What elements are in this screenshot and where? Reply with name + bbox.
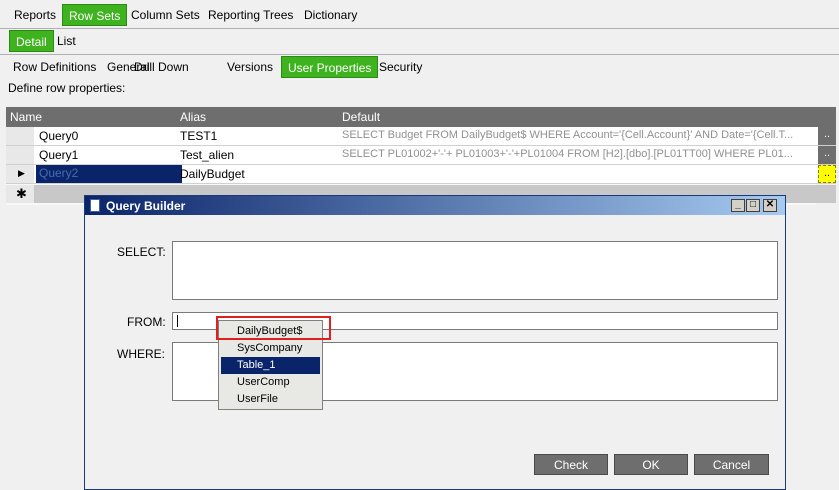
column-header-default[interactable]: Default xyxy=(342,110,380,124)
sub-tab-bar: Detail List xyxy=(0,30,839,54)
section-tab-bar: Row Definitions General Drill Down Versi… xyxy=(0,56,839,80)
dialog-title: Query Builder xyxy=(106,199,186,213)
tab-row-sets[interactable]: Row Sets xyxy=(62,4,128,26)
tab-column-sets[interactable]: Column Sets xyxy=(125,4,206,26)
list-item[interactable]: UserFile xyxy=(221,391,320,408)
row-selector[interactable] xyxy=(6,146,34,164)
ellipsis-button[interactable]: .. xyxy=(818,146,836,164)
row-name[interactable]: Query0 xyxy=(39,129,78,143)
select-input[interactable] xyxy=(172,241,778,300)
list-item[interactable]: UserComp xyxy=(221,374,320,391)
dialog-title-bar[interactable]: Query Builder _ □ ✕ xyxy=(85,196,785,215)
row-alias[interactable]: DailyBudget xyxy=(180,167,245,181)
divider xyxy=(0,54,839,55)
table-row-current[interactable]: ▶ Query2 DailyBudget .. xyxy=(6,165,836,184)
minimize-button[interactable]: _ xyxy=(731,199,745,212)
table-row[interactable]: Query1 Test_alien SELECT PL01002+'-'+ PL… xyxy=(6,146,836,165)
row-name[interactable]: Query1 xyxy=(39,148,78,162)
tab-user-properties[interactable]: User Properties xyxy=(281,56,379,78)
description-text: Define row properties: xyxy=(8,81,126,95)
tab-reporting-trees[interactable]: Reporting Trees xyxy=(202,4,299,26)
tab-drill-down[interactable]: Drill Down xyxy=(128,56,195,78)
list-item[interactable]: SysCompany xyxy=(221,340,320,357)
table-row[interactable]: Query0 TEST1 SELECT Budget FROM DailyBud… xyxy=(6,127,836,146)
new-row-icon: ✱ xyxy=(16,186,27,201)
tab-detail[interactable]: Detail xyxy=(9,30,54,52)
check-button[interactable]: Check xyxy=(534,454,608,475)
row-alias[interactable]: TEST1 xyxy=(180,129,217,143)
tab-dictionary[interactable]: Dictionary xyxy=(298,4,363,26)
document-icon xyxy=(90,199,100,212)
ellipsis-button-active[interactable]: .. xyxy=(818,165,836,183)
ok-button[interactable]: OK xyxy=(614,454,688,475)
select-label: SELECT: xyxy=(117,245,166,259)
list-item-selected[interactable]: Table_1 xyxy=(221,357,320,374)
tab-list[interactable]: List xyxy=(51,30,82,52)
close-button[interactable]: ✕ xyxy=(763,199,777,212)
row-selector[interactable] xyxy=(6,127,34,145)
row-selector[interactable]: ▶ xyxy=(6,165,34,183)
row-name[interactable]: Query2 xyxy=(36,165,182,183)
current-row-icon: ▶ xyxy=(18,168,25,178)
where-label: WHERE: xyxy=(117,347,165,361)
column-header-name[interactable]: Name xyxy=(10,110,42,124)
tab-reports[interactable]: Reports xyxy=(8,4,62,26)
row-default[interactable]: SELECT Budget FROM DailyBudget$ WHERE Ac… xyxy=(342,129,812,141)
highlight-box xyxy=(216,316,331,340)
top-tab-bar: Reports Row Sets Column Sets Reporting T… xyxy=(0,4,839,28)
divider xyxy=(0,28,839,29)
cancel-button[interactable]: Cancel xyxy=(694,454,769,475)
ellipsis-button[interactable]: .. xyxy=(818,127,836,145)
text-cursor xyxy=(177,315,178,327)
row-default[interactable]: SELECT PL01002+'-'+ PL01003+'-'+PL01004 … xyxy=(342,148,812,160)
query-builder-dialog: Query Builder _ □ ✕ SELECT: FROM: WHERE:… xyxy=(84,195,786,490)
grid-header: Name Alias Default xyxy=(6,107,836,127)
maximize-button[interactable]: □ xyxy=(746,199,760,212)
from-label: FROM: xyxy=(127,315,166,329)
row-alias[interactable]: Test_alien xyxy=(180,148,234,162)
column-header-alias[interactable]: Alias xyxy=(180,110,206,124)
tab-security[interactable]: Security xyxy=(373,56,428,78)
tab-row-definitions[interactable]: Row Definitions xyxy=(7,56,102,78)
tab-versions[interactable]: Versions xyxy=(221,56,279,78)
